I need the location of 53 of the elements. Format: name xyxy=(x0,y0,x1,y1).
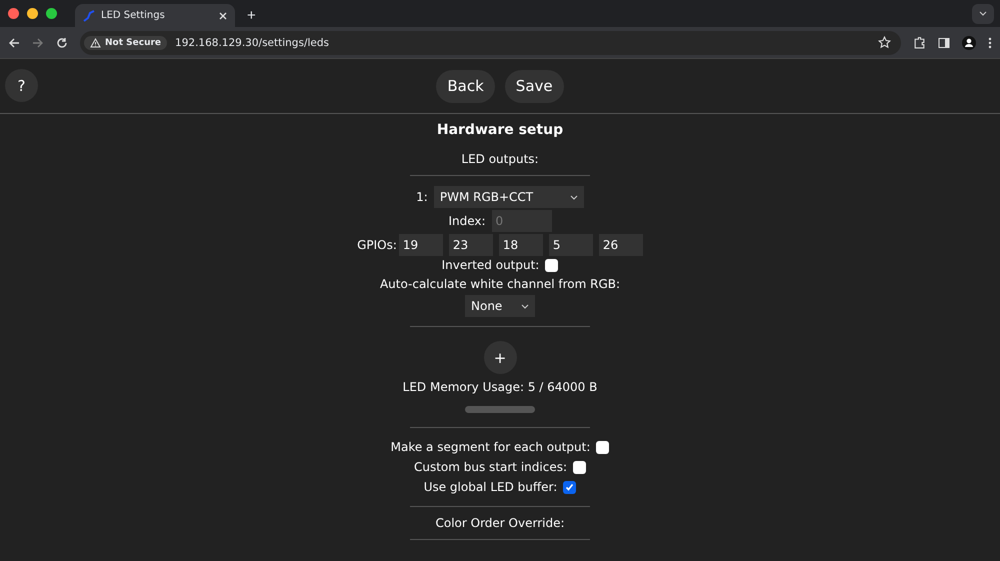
add-output-button[interactable]: + xyxy=(484,341,516,374)
browser-tab[interactable]: LED Settings xyxy=(75,4,235,27)
gpio-field[interactable]: 5 xyxy=(548,234,593,256)
url-text: 192.168.129.30/settings/leds xyxy=(175,36,330,48)
profile-icon[interactable] xyxy=(962,36,976,50)
tab-search-button[interactable] xyxy=(972,4,994,24)
maximize-window-icon[interactable] xyxy=(46,8,57,19)
color-order-label: Color Order Override: xyxy=(435,516,565,530)
gpio-field[interactable]: 23 xyxy=(448,234,493,256)
chevron-down-icon xyxy=(570,194,578,200)
checkbox[interactable] xyxy=(596,440,610,454)
index-label: Index: xyxy=(448,214,486,228)
nav-button[interactable]: Back xyxy=(436,70,495,102)
gpio-field[interactable]: 19 xyxy=(398,234,443,256)
index-field[interactable]: 0 xyxy=(492,210,552,232)
favicon-icon xyxy=(83,10,95,22)
minimize-window-icon[interactable] xyxy=(27,8,38,19)
memory-usage-bar xyxy=(465,406,535,413)
output-number: 1: xyxy=(416,190,428,204)
section-title: Hardware setup xyxy=(436,122,564,138)
channel-mode-dropdown[interactable]: None xyxy=(465,295,535,317)
close-window-icon[interactable] xyxy=(8,8,19,19)
menu-icon[interactable] xyxy=(988,36,992,48)
side-panel-icon[interactable] xyxy=(938,36,950,48)
option-label: Use global LED buffer: xyxy=(424,480,558,494)
inverted-label: Inverted output: xyxy=(442,258,540,272)
led-type-dropdown[interactable]: PWM RGB+CCT xyxy=(434,186,584,208)
checkbox[interactable] xyxy=(563,480,576,494)
close-icon[interactable] xyxy=(219,12,227,20)
checkbox[interactable] xyxy=(573,460,586,474)
option-label: Make a segment for each output: xyxy=(390,440,590,454)
gpio-field[interactable]: 18 xyxy=(498,234,543,256)
chevron-down-icon xyxy=(979,11,987,16)
puzzle-icon[interactable] xyxy=(913,36,926,49)
security-chip[interactable]: Not Secure xyxy=(84,36,168,50)
new-tab-button[interactable]: + xyxy=(247,7,256,24)
warning-icon xyxy=(90,38,101,48)
checkbox[interactable] xyxy=(545,258,558,272)
gpio-field[interactable]: 26 xyxy=(598,234,643,256)
chevron-down-icon xyxy=(521,304,529,308)
memory-usage-text: LED Memory Usage: 5 / 64000 B xyxy=(402,380,598,394)
forward-arrow-icon[interactable] xyxy=(32,36,44,48)
auto-calculate-label: Auto-calculate white channel from RGB: xyxy=(380,277,620,291)
help-button[interactable]: ? xyxy=(5,69,38,102)
reload-icon[interactable] xyxy=(56,36,68,48)
checkmark-icon xyxy=(565,482,574,492)
back-arrow-icon[interactable] xyxy=(8,36,20,48)
option-label: Custom bus start indices: xyxy=(414,460,567,474)
gpios-label: GPIOs: xyxy=(357,238,397,252)
outputs-label: LED outputs: xyxy=(461,152,539,166)
address-bar[interactable]: Not Secure 192.168.129.30/settings/leds xyxy=(80,30,901,54)
nav-button[interactable]: Save xyxy=(504,70,564,102)
star-icon[interactable] xyxy=(878,36,891,49)
